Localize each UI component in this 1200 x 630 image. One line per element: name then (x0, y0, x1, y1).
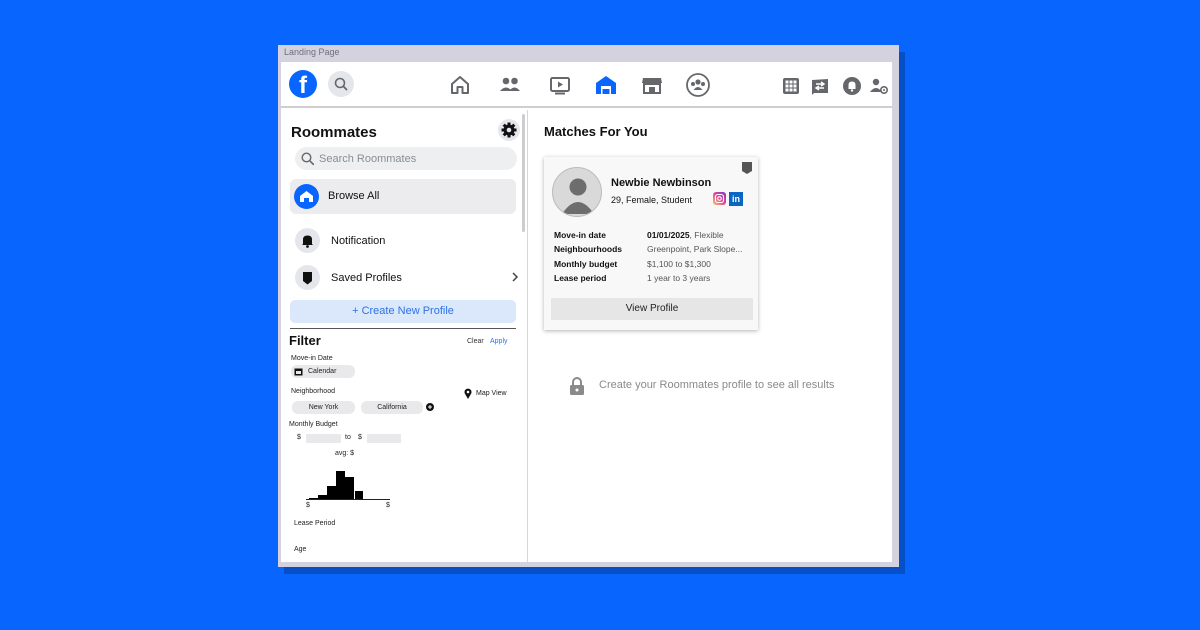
age-label: Age (294, 546, 307, 553)
budget-min-input[interactable] (306, 434, 341, 443)
browse-all-label: Browse All (328, 190, 380, 202)
instagram-glyph (714, 193, 725, 204)
histogram-bar (336, 470, 345, 499)
move-in-flex-value: , Flexible (689, 230, 724, 240)
sidebar-scrollbar[interactable] (522, 114, 525, 232)
chevron-right-icon (512, 272, 519, 282)
detail-value-move-in: 01/01/2025, Flexible (647, 230, 724, 240)
account-icon[interactable] (869, 76, 889, 96)
detail-label-lease: Lease period (554, 273, 607, 283)
sidebar-item-saved-profiles[interactable]: Saved Profiles (295, 265, 525, 291)
budget-max-currency: $ (358, 434, 362, 441)
app-frame: Landing Page f Roommates Search Roommate… (278, 45, 899, 567)
move-in-date-label: Move-in Date (291, 355, 333, 362)
locked-results-message: Create your Roommates profile to see all… (599, 379, 835, 391)
gear-icon (501, 122, 517, 138)
linkedin-icon[interactable]: in (729, 192, 743, 206)
avatar (552, 167, 602, 217)
detail-value-lease: 1 year to 3 years (647, 273, 711, 283)
user-icon (562, 178, 594, 214)
messenger-icon[interactable] (810, 76, 830, 96)
roommates-search (295, 147, 517, 170)
budget-max-input[interactable] (367, 434, 401, 443)
neighborhood-label: Neighborhood (291, 388, 335, 395)
sidebar-item-label: Notification (331, 235, 386, 247)
profile-name: Newbie Newbinson (611, 177, 712, 189)
friends-icon[interactable] (497, 72, 523, 98)
histogram-max-label: $ (386, 502, 390, 509)
histogram-min-label: $ (306, 502, 310, 509)
home-icon[interactable] (447, 72, 473, 98)
app-window: f Roommates Search Roommates Browse All … (281, 62, 892, 562)
view-profile-button[interactable]: View Profile (551, 298, 753, 320)
budget-average: avg: $ (335, 450, 355, 457)
bookmark-icon-wrap (295, 265, 320, 290)
neighborhood-chip-california[interactable]: California (361, 401, 423, 414)
filter-divider (290, 328, 516, 329)
add-neighborhood-icon[interactable] (426, 403, 434, 411)
filter-apply-link[interactable]: Apply (490, 338, 508, 345)
top-nav: f (281, 62, 892, 108)
facebook-logo[interactable]: f (289, 70, 317, 98)
budget-to-label: to (345, 434, 351, 441)
filter-title: Filter (289, 333, 321, 348)
histogram-bar (327, 486, 336, 499)
bell-icon (302, 235, 313, 248)
roommates-sidebar: Roommates Browse All Notification (281, 110, 528, 562)
groups-icon[interactable] (685, 72, 711, 98)
histogram-bar (354, 490, 363, 499)
frame-title: Landing Page (284, 47, 340, 57)
calendar-icon (294, 368, 303, 376)
sidebar-title: Roommates (291, 124, 377, 141)
map-view-link[interactable]: Map View (476, 390, 507, 397)
bookmark-icon (303, 272, 312, 285)
budget-min-currency: $ (297, 434, 301, 441)
instagram-icon[interactable] (713, 192, 726, 205)
settings-button[interactable] (498, 119, 520, 141)
roommates-search-input[interactable] (319, 147, 509, 170)
roommates-icon (300, 191, 313, 202)
filter-clear-link[interactable]: Clear (467, 338, 484, 345)
bookmark-icon[interactable] (742, 162, 752, 174)
sidebar-item-label: Saved Profiles (331, 272, 402, 284)
profile-card[interactable]: Newbie Newbinson 29, Female, Student in … (544, 157, 758, 330)
matches-title: Matches For You (544, 124, 648, 139)
histogram-axis (306, 499, 390, 500)
detail-label-neighbourhoods: Neighbourhoods (554, 244, 622, 254)
search-icon (334, 77, 348, 91)
matches-panel: Matches For You Newbie Newbinson 29, Fem… (529, 110, 892, 562)
watch-icon[interactable] (547, 72, 573, 98)
sidebar-item-notification[interactable]: Notification (295, 228, 525, 254)
search-icon (301, 152, 315, 166)
detail-label-budget: Monthly budget (554, 259, 618, 269)
browse-all-button[interactable]: Browse All (290, 179, 516, 214)
neighborhood-chip-new-york[interactable]: New York (292, 401, 355, 414)
calendar-label: Calendar (308, 368, 337, 375)
profile-subtitle: 29, Female, Student (611, 195, 693, 205)
notifications-icon[interactable] (842, 76, 862, 96)
map-pin-icon[interactable] (464, 388, 472, 399)
detail-value-budget: $1,100 to $1,300 (647, 259, 711, 269)
menu-grid-icon[interactable] (781, 76, 801, 96)
bell-icon-wrap (295, 228, 320, 253)
move-in-date-value: 01/01/2025 (647, 230, 690, 240)
detail-label-move-in: Move-in date (554, 230, 606, 240)
global-search-button[interactable] (328, 71, 354, 97)
create-new-profile-button[interactable]: + Create New Profile (290, 300, 516, 323)
detail-value-neighbourhoods: Greenpoint, Park Slope... (647, 244, 743, 254)
browse-all-icon-wrap (294, 184, 319, 209)
monthly-budget-label: Monthly Budget (289, 421, 338, 428)
marketplace-icon[interactable] (639, 72, 665, 98)
roommates-icon[interactable] (593, 72, 619, 98)
calendar-picker[interactable]: Calendar (291, 365, 355, 378)
lease-period-label: Lease Period (294, 520, 336, 527)
histogram-bar (345, 477, 354, 499)
lock-icon (570, 377, 584, 395)
